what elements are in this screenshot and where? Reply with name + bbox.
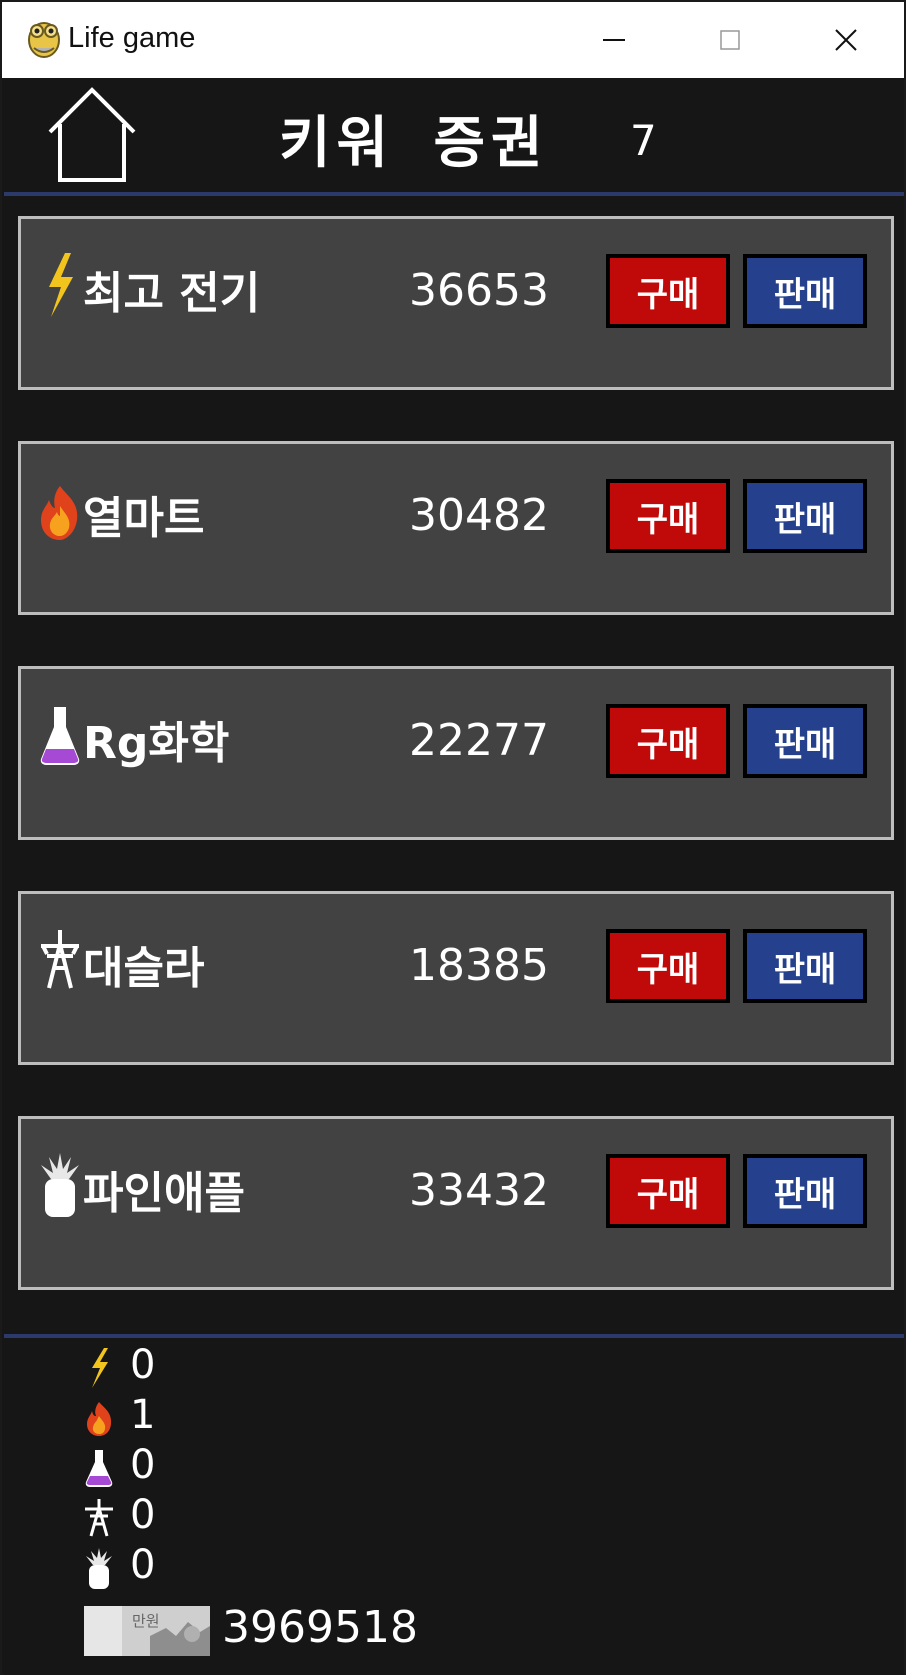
window-title: Life game xyxy=(68,22,196,54)
holding-quantity: 1 xyxy=(130,1392,156,1438)
page-title: 키워 증권 xyxy=(279,111,549,176)
close-button[interactable] xyxy=(788,2,904,78)
sell-button[interactable]: 판매 xyxy=(743,1154,867,1228)
minimize-button[interactable] xyxy=(556,2,672,78)
stock-price: 18385 xyxy=(409,940,549,991)
holding-quantity: 0 xyxy=(130,1492,156,1538)
sell-button[interactable]: 판매 xyxy=(743,704,867,778)
home-icon[interactable] xyxy=(44,84,140,186)
stock-row: 최고 전기 36653 구매 판매 xyxy=(18,216,894,390)
fire-icon xyxy=(41,486,78,540)
close-icon xyxy=(835,29,857,51)
stock-name: 열마트 xyxy=(83,493,205,544)
stock-name: Rg화학 xyxy=(83,718,230,769)
stock-price: 36653 xyxy=(409,265,549,316)
inventory-divider xyxy=(4,1334,904,1338)
holding-quantity: 0 xyxy=(130,1342,156,1388)
lightning-icon xyxy=(92,1348,108,1388)
game-screen: 키워 증권 7 최고 전기 36653 구매 판매 열마트 30482 구매 판… xyxy=(4,78,904,1675)
sell-button[interactable]: 판매 xyxy=(743,479,867,553)
lightning-icon xyxy=(49,253,73,317)
maximize-button[interactable] xyxy=(672,2,788,78)
stock-name: 최고 전기 xyxy=(83,268,261,319)
buy-button[interactable]: 구매 xyxy=(606,1154,730,1228)
stock-price: 22277 xyxy=(409,715,549,766)
stock-row: 열마트 30482 구매 판매 xyxy=(18,441,894,615)
holding-quantity: 0 xyxy=(130,1542,156,1588)
buy-button[interactable]: 구매 xyxy=(606,929,730,1003)
banknote-icon: 만원 xyxy=(84,1606,210,1656)
power-tower-icon xyxy=(41,930,79,989)
buy-button[interactable]: 구매 xyxy=(606,479,730,553)
buy-button[interactable]: 구매 xyxy=(606,704,730,778)
app-window: Life game 키워 증권 7 최고 전기 36653 구매 판매 열마트 … xyxy=(0,0,906,1675)
pineapple-icon xyxy=(86,1548,112,1589)
buy-button[interactable]: 구매 xyxy=(606,254,730,328)
sell-button[interactable]: 판매 xyxy=(743,254,867,328)
stock-row: 파인애플 33432 구매 판매 xyxy=(18,1116,894,1290)
pineapple-icon xyxy=(41,1153,79,1217)
stock-price: 33432 xyxy=(409,1165,549,1216)
flask-icon xyxy=(85,1450,113,1487)
stock-name: 대슬라 xyxy=(83,943,205,994)
minimize-icon xyxy=(603,39,625,41)
power-tower-icon xyxy=(85,1499,113,1537)
money-amount: 3969518 xyxy=(222,1602,418,1653)
stock-row: 대슬라 18385 구매 판매 xyxy=(18,891,894,1065)
holding-quantity: 0 xyxy=(130,1442,156,1488)
sell-button[interactable]: 판매 xyxy=(743,929,867,1003)
holding-row: 0 xyxy=(82,1442,382,1492)
snake-app-icon xyxy=(28,22,60,58)
banknote-label: 만원 xyxy=(132,1612,160,1630)
holding-row: 0 xyxy=(82,1542,382,1592)
holding-row: 0 xyxy=(82,1492,382,1542)
stock-row: Rg화학 22277 구매 판매 xyxy=(18,666,894,840)
flask-icon xyxy=(40,707,80,765)
header-divider xyxy=(4,192,904,196)
maximize-icon xyxy=(720,30,740,50)
fire-icon xyxy=(87,1402,112,1436)
turn-counter: 7 xyxy=(630,116,657,165)
stock-name: 파인애플 xyxy=(83,1168,245,1219)
holding-row: 0 xyxy=(82,1342,382,1392)
holding-row: 1 xyxy=(82,1392,382,1442)
stock-price: 30482 xyxy=(409,490,549,541)
title-bar[interactable]: Life game xyxy=(2,2,904,78)
